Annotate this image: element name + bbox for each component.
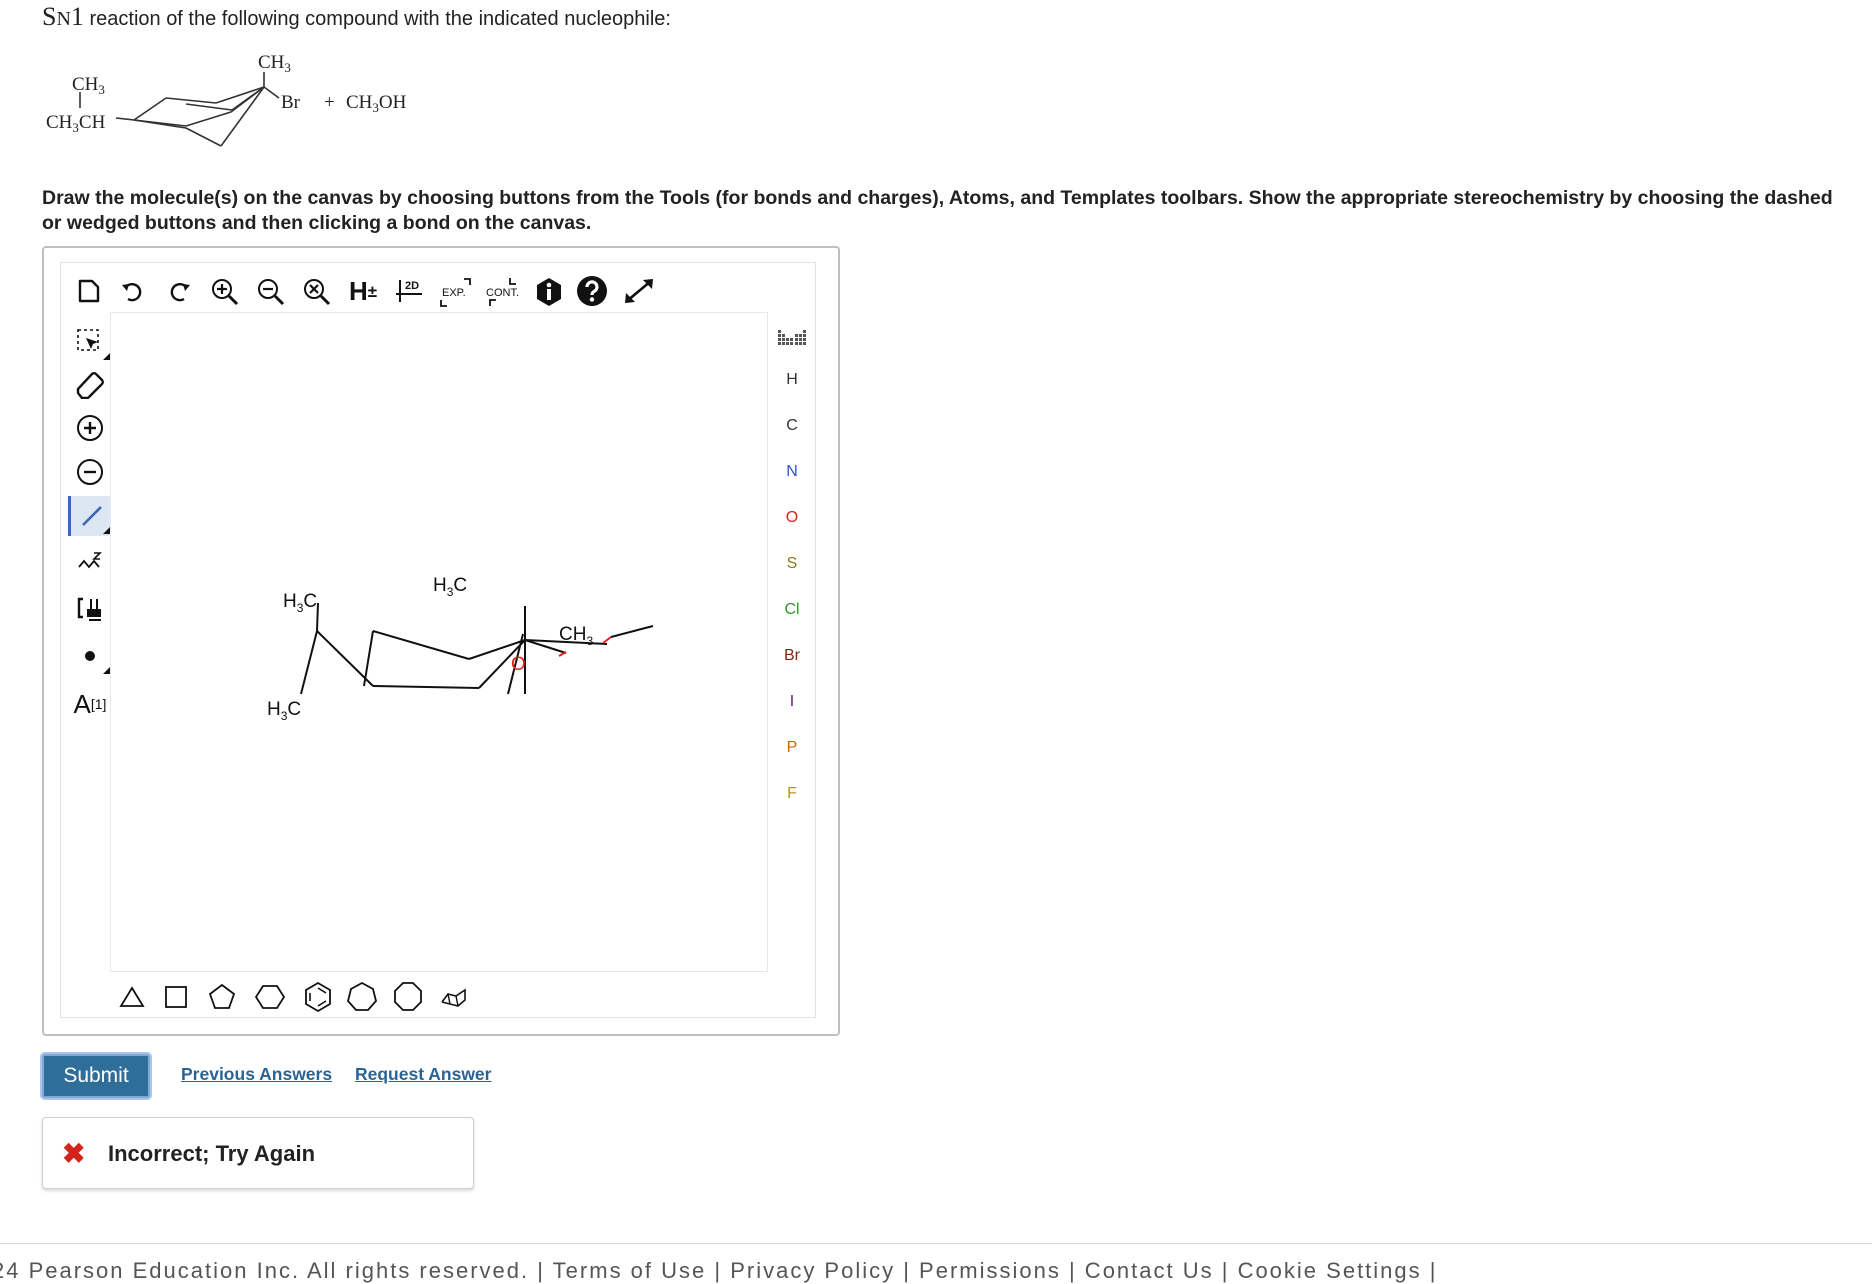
chain-tool[interactable] (68, 540, 112, 580)
svg-text:2D: 2D (405, 280, 419, 292)
bracket-tool[interactable] (68, 588, 112, 628)
ch3-top-label: CH3 (258, 52, 291, 75)
redo-icon[interactable] (162, 276, 196, 306)
reactant-structure: CH3 CH3 CH3CH Br + CH3OH (46, 52, 407, 147)
benzene-template[interactable] (300, 980, 336, 1014)
atom-label-tool[interactable]: A [1] (68, 684, 112, 724)
request-answer-link[interactable]: Request Answer (355, 1064, 491, 1085)
h3c-top-right-label: H3C (433, 575, 467, 599)
new-document-icon[interactable] (72, 276, 106, 306)
instructions: Draw the molecule(s) on the canvas by ch… (42, 187, 1833, 234)
cycloheptane-template[interactable] (344, 980, 380, 1014)
br-label: Br (281, 92, 301, 113)
footer-links: 24 Pearson Education Inc. All rights res… (0, 1258, 1438, 1283)
fullscreen-icon[interactable] (620, 274, 658, 308)
atom-n-button[interactable]: N (770, 452, 814, 492)
svg-text:EXP.: EXP. (442, 287, 466, 299)
radical-tool[interactable] (68, 636, 112, 676)
h3c-bottom-label: H3C (267, 699, 301, 723)
cyclopropane-template[interactable] (114, 980, 150, 1014)
negative-charge-icon[interactable] (68, 452, 112, 492)
previous-answers-link[interactable]: Previous Answers (181, 1064, 332, 1085)
hydrogen-toggle-button[interactable]: H ± (344, 276, 382, 306)
svg-text:CONT.: CONT. (486, 287, 519, 299)
submit-button[interactable]: Submit (42, 1054, 150, 1098)
atom-o-button[interactable]: O (770, 498, 814, 538)
single-bond-tool[interactable] (68, 496, 112, 536)
periodic-table-icon[interactable] (770, 318, 814, 358)
atom-p-button[interactable]: P (770, 728, 814, 768)
ch3-right-label: CH3 (559, 624, 593, 648)
undo-icon[interactable] (116, 276, 150, 306)
ch3oh-label: CH3OH (346, 92, 407, 115)
cyclohexane-template[interactable] (252, 980, 288, 1014)
atom-br-button[interactable]: Br (770, 636, 814, 676)
expand-group-button[interactable]: EXP. (436, 276, 476, 308)
selection-tool[interactable] (68, 322, 112, 362)
drawn-molecule: H3C H3C H3C O CH3 (267, 575, 654, 723)
cyclobutane-template[interactable] (158, 980, 194, 1014)
plus-sign: + (324, 92, 335, 113)
chair-template[interactable] (436, 980, 472, 1014)
atom-s-button[interactable]: S (770, 544, 814, 584)
atom-i-button[interactable]: I (770, 682, 814, 722)
footer-divider (0, 1243, 1872, 1244)
cyclopentane-template[interactable] (204, 980, 240, 1014)
feedback-message: Incorrect; Try Again (108, 1141, 316, 1166)
info-icon[interactable] (532, 276, 566, 308)
atom-h-button[interactable]: H (770, 360, 814, 400)
contract-group-button[interactable]: CONT. (480, 276, 524, 308)
ch3-left-label: CH3 (72, 74, 105, 97)
cyclooctane-template[interactable] (390, 980, 426, 1014)
problem-title: SN1 reaction of the following compound w… (42, 2, 671, 31)
incorrect-x-icon: ✖ (62, 1138, 86, 1169)
sn1-label: SN1 (42, 2, 84, 31)
h3c-top-left-label: H3C (283, 591, 317, 615)
oxygen-label: O (511, 654, 526, 675)
zoom-fit-icon[interactable] (300, 276, 334, 308)
atom-c-button[interactable]: C (770, 406, 814, 446)
atom-cl-button[interactable]: Cl (770, 590, 814, 630)
help-icon[interactable] (574, 274, 610, 308)
atom-f-button[interactable]: F (770, 774, 814, 814)
zoom-in-icon[interactable] (208, 276, 242, 308)
zoom-out-icon[interactable] (254, 276, 288, 308)
ch3ch-label: CH3CH (46, 112, 106, 135)
positive-charge-icon[interactable] (68, 408, 112, 448)
eraser-icon[interactable] (68, 364, 112, 404)
clean-2d-button[interactable]: 2D (392, 276, 426, 306)
drawing-canvas[interactable]: H3C H3C H3C O CH3 (110, 312, 768, 972)
